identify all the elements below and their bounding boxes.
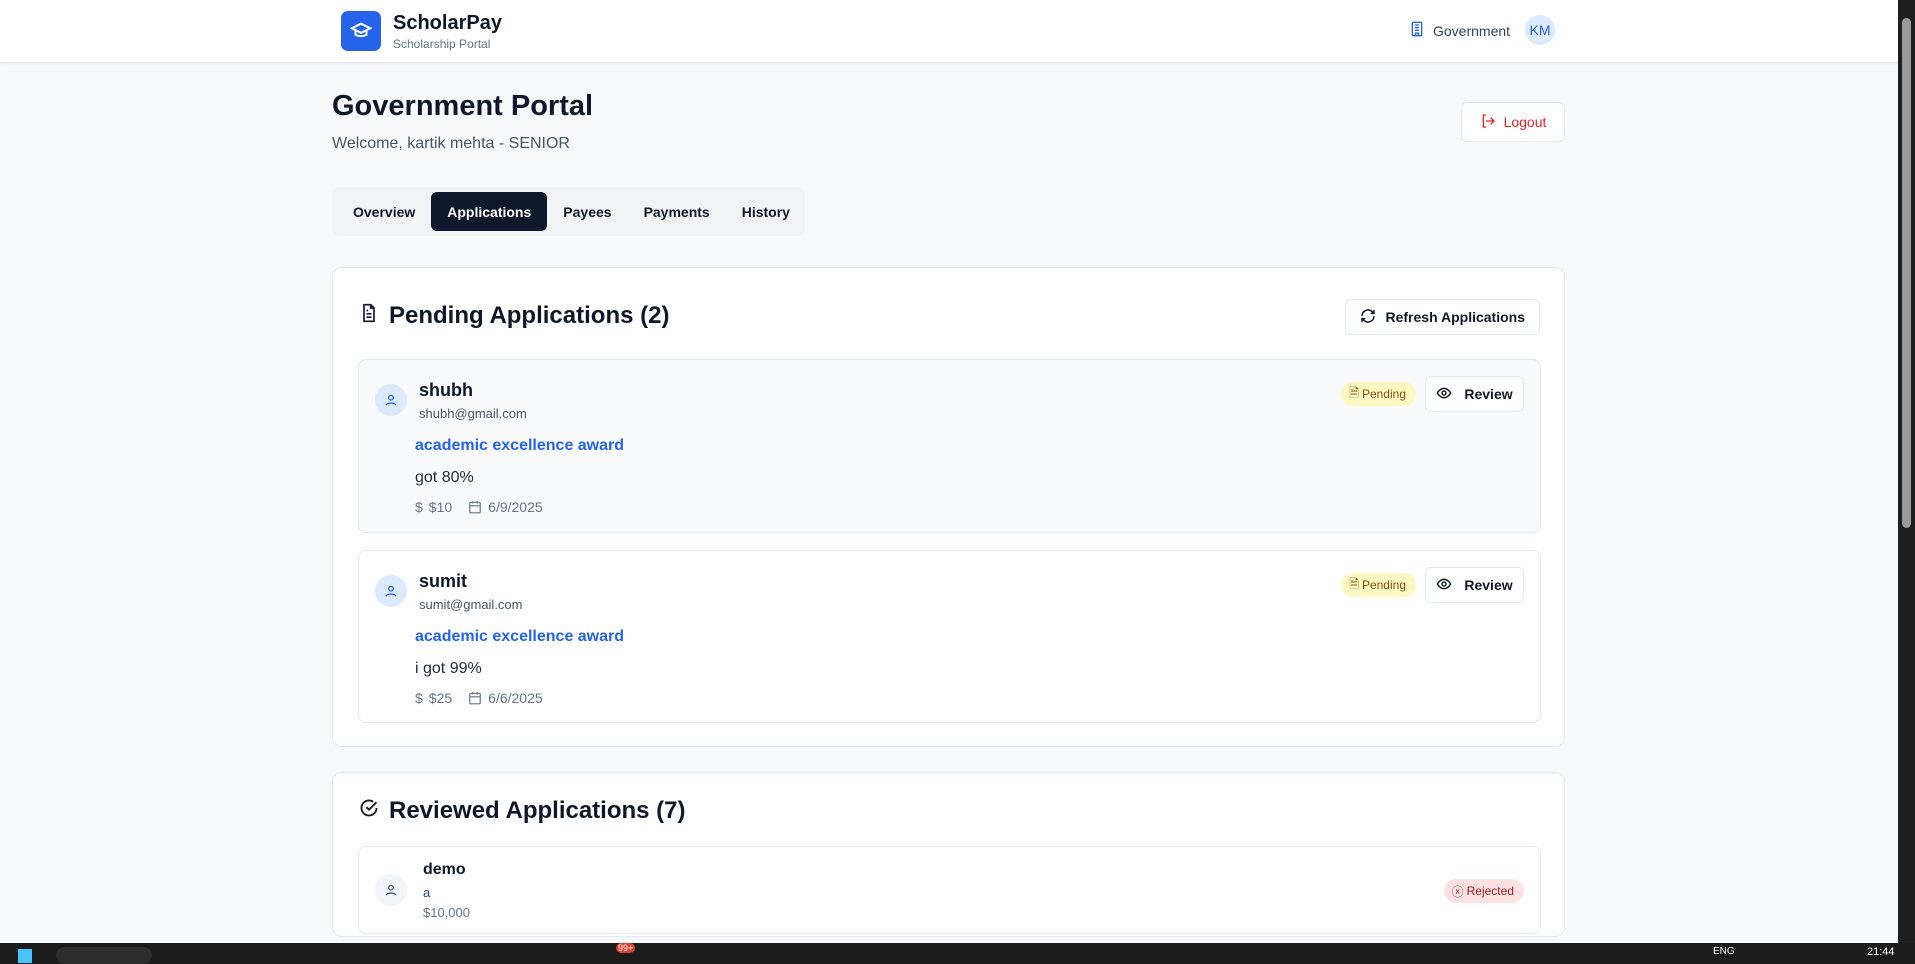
file-text-icon xyxy=(359,302,379,330)
scholarship-name[interactable]: academic excellence award xyxy=(415,437,624,455)
clock[interactable]: 21:44 xyxy=(1867,946,1895,958)
applicant-name: sumit xyxy=(419,571,468,591)
check-circle-icon xyxy=(359,797,379,825)
reviewed-title: Reviewed Applications (7) xyxy=(389,797,686,824)
tab-payees[interactable]: Payees xyxy=(547,192,627,231)
reviewed-applications-card: Reviewed Applications (7) demo a $10,000… xyxy=(332,772,1565,937)
scholarship-name: a xyxy=(423,885,431,900)
applicant-name: demo xyxy=(423,861,466,878)
status-label: Rejected xyxy=(1466,884,1514,898)
tab-bar: Overview Applications Payees Payments Hi… xyxy=(332,187,805,236)
calendar-icon xyxy=(468,691,482,705)
brand-name: ScholarPay xyxy=(393,12,502,34)
file-icon: 🗎 xyxy=(1349,576,1359,591)
building-icon xyxy=(1409,21,1425,40)
graduation-cap-icon[interactable] xyxy=(341,11,381,51)
pending-applications-card: Pending Applications (2) Refresh Applica… xyxy=(332,267,1565,747)
application-item: shubh shubh@gmail.com academic excellenc… xyxy=(358,359,1541,533)
amount: $10 xyxy=(428,499,453,515)
logout-label: Logout xyxy=(1503,114,1547,130)
calendar-icon xyxy=(468,500,482,514)
review-button[interactable]: Review xyxy=(1425,567,1524,603)
brand-subtitle: Scholarship Portal xyxy=(393,37,491,51)
eye-icon xyxy=(1436,385,1452,404)
review-label: Review xyxy=(1464,386,1513,402)
date: 6/9/2025 xyxy=(488,499,543,515)
status-label: Pending xyxy=(1361,578,1406,592)
tab-applications[interactable]: Applications xyxy=(431,192,548,231)
tab-overview[interactable]: Overview xyxy=(337,192,431,231)
review-button[interactable]: Review xyxy=(1425,376,1524,412)
user-icon xyxy=(375,874,407,906)
top-navbar: ScholarPay Scholarship Portal Government… xyxy=(0,0,1898,63)
logout-icon xyxy=(1480,113,1496,132)
user-avatar[interactable]: KM xyxy=(1525,15,1555,45)
status-badge: 🗎 Pending xyxy=(1341,382,1416,406)
tab-payments[interactable]: Payments xyxy=(628,192,726,231)
logout-button[interactable]: Logout xyxy=(1461,102,1565,142)
status-badge: ⓧ Rejected xyxy=(1443,879,1524,903)
welcome-text: Welcome, kartik mehta - SENIOR xyxy=(332,135,570,152)
dollar-icon: $ xyxy=(415,499,423,515)
user-icon xyxy=(375,384,407,416)
date: 6/6/2025 xyxy=(488,690,543,706)
applicant-email: sumit@gmail.com xyxy=(419,597,523,612)
refresh-applications-button[interactable]: Refresh Applications xyxy=(1345,299,1540,335)
dollar-icon: $ xyxy=(415,690,423,706)
page: ScholarPay Scholarship Portal Government… xyxy=(0,0,1898,943)
refresh-label: Refresh Applications xyxy=(1385,309,1525,325)
status-badge: 🗎 Pending xyxy=(1341,573,1416,597)
refresh-icon xyxy=(1360,308,1376,327)
amount: $10,000 xyxy=(423,905,470,920)
role-indicator: Government xyxy=(1409,21,1510,40)
scrollbar[interactable] xyxy=(1898,0,1915,943)
review-label: Review xyxy=(1464,577,1513,593)
application-reason: got 80% xyxy=(415,469,474,486)
tab-history[interactable]: History xyxy=(726,192,806,231)
role-label: Government xyxy=(1433,22,1511,39)
page-title: Government Portal xyxy=(332,90,594,122)
language-indicator[interactable]: ENG xyxy=(1713,946,1735,957)
application-item: sumit sumit@gmail.com academic excellenc… xyxy=(358,550,1541,723)
scrollbar-thumb[interactable] xyxy=(1902,18,1911,528)
reviewed-heading: Reviewed Applications (7) xyxy=(359,797,686,825)
x-circle-icon: ⓧ xyxy=(1451,884,1464,899)
notification-badge: 99+ xyxy=(616,943,636,953)
reviewed-item: demo a $10,000 ⓧ Rejected xyxy=(358,846,1541,934)
scholarship-name[interactable]: academic excellence award xyxy=(415,628,624,646)
taskbar: 99+ ENG 21:44 xyxy=(0,943,1915,964)
pending-title: Pending Applications (2) xyxy=(389,302,670,329)
pending-heading: Pending Applications (2) xyxy=(359,302,669,330)
eye-icon xyxy=(1436,576,1452,595)
taskbar-search[interactable] xyxy=(56,947,152,964)
user-icon xyxy=(375,575,407,607)
applicant-email: shubh@gmail.com xyxy=(419,406,527,421)
windows-start-icon[interactable] xyxy=(18,949,32,963)
file-icon: 🗎 xyxy=(1349,385,1359,400)
applicant-name: shubh xyxy=(419,380,473,400)
amount: $25 xyxy=(428,690,453,706)
application-reason: i got 99% xyxy=(415,660,482,677)
status-label: Pending xyxy=(1361,387,1406,401)
